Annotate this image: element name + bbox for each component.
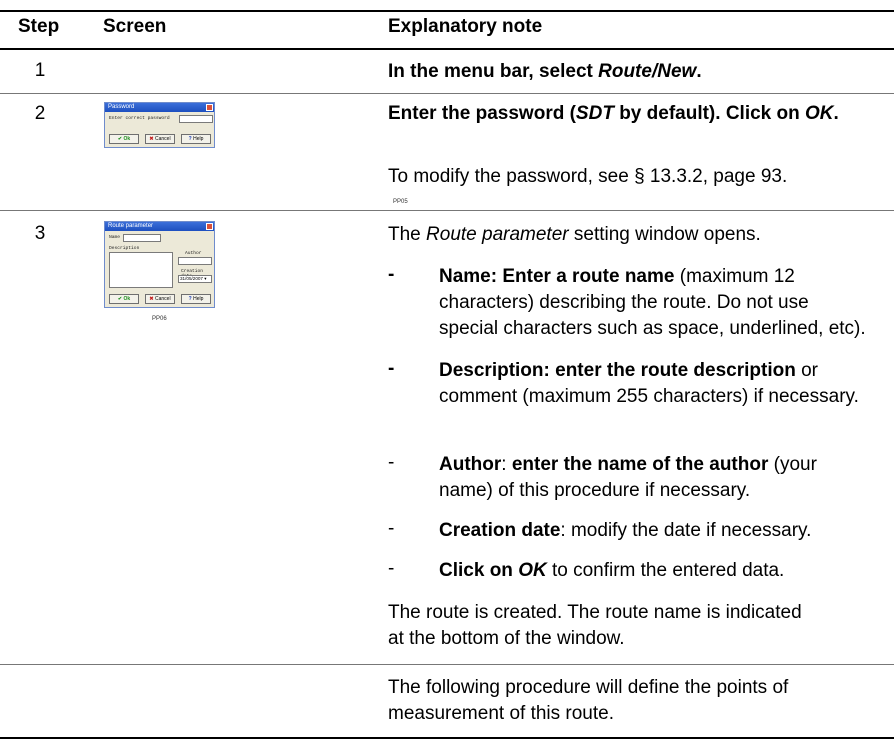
password-cancel-button: ✖ Cancel xyxy=(145,134,175,144)
item-3-text: Author: enter the name of the author (yo… xyxy=(439,454,817,501)
row-1-rule xyxy=(0,93,894,94)
route-description-label: Description xyxy=(109,246,140,251)
step-2-note-bold: Enter the password (SDT by default). Cli… xyxy=(388,103,839,124)
close-icon xyxy=(206,223,213,230)
route-parameter-dialog-thumbnail: Route parameter Name Description Author … xyxy=(104,221,215,308)
item-5-text: Click on OK to confirm the entered data. xyxy=(439,560,785,581)
item-1-text: Name: Enter a route name (maximum 12 cha… xyxy=(439,266,866,339)
table-bottom-rule xyxy=(0,737,894,739)
step-3-number: 3 xyxy=(34,223,46,244)
route-author-label: Author xyxy=(185,251,202,256)
footer-note: The following procedure will define the … xyxy=(388,677,789,724)
route-cancel-button: ✖ Cancel xyxy=(145,294,175,304)
header-bottom-rule xyxy=(0,48,894,50)
row-3-rule xyxy=(0,664,894,665)
password-ok-button: ✔ Ok xyxy=(109,134,139,144)
step-3-outro: The route is created. The route name is … xyxy=(388,602,802,649)
password-help-button: ? Help xyxy=(181,134,211,144)
route-description-field xyxy=(109,252,173,288)
step-1-number: 1 xyxy=(34,60,46,81)
item-1-dash: - xyxy=(388,264,395,285)
header-screen: Screen xyxy=(103,16,167,37)
item-2-text: Description: enter the route description… xyxy=(439,360,859,407)
password-dialog-thumbnail: Password Enter correct password ✔ Ok ✖ C… xyxy=(104,102,215,148)
table-top-rule xyxy=(0,10,894,12)
item-2-dash: - xyxy=(388,358,395,379)
route-dialog-title: Route parameter xyxy=(105,222,214,231)
route-help-button: ? Help xyxy=(181,294,211,304)
step-2-caption: PP05 xyxy=(393,199,408,205)
password-dialog-title: Password xyxy=(105,103,214,112)
step-1-note: In the menu bar, select Route/New. xyxy=(388,61,702,82)
route-author-field xyxy=(178,257,212,265)
step-3-intro: The Route parameter setting window opens… xyxy=(388,224,761,245)
item-4-text: Creation date: modify the date if necess… xyxy=(439,520,812,541)
route-name-field xyxy=(123,234,161,242)
step-3-caption: PP06 xyxy=(152,316,167,322)
header-step: Step xyxy=(18,16,60,37)
route-name-label: Name xyxy=(109,235,121,240)
step-2-number: 2 xyxy=(34,103,46,124)
password-field xyxy=(179,115,213,123)
route-creation-date-field: 31/05/2007 ▾ xyxy=(178,275,212,283)
item-3-dash: - xyxy=(388,452,395,473)
header-note: Explanatory note xyxy=(388,16,543,37)
row-2-rule xyxy=(0,210,894,211)
close-icon xyxy=(206,104,213,111)
step-2-note: To modify the password, see § 13.3.2, pa… xyxy=(388,166,788,187)
item-4-dash: - xyxy=(388,518,395,539)
route-ok-button: ✔ Ok xyxy=(109,294,139,304)
item-5-dash: - xyxy=(388,558,395,579)
password-prompt: Enter correct password xyxy=(109,116,170,121)
